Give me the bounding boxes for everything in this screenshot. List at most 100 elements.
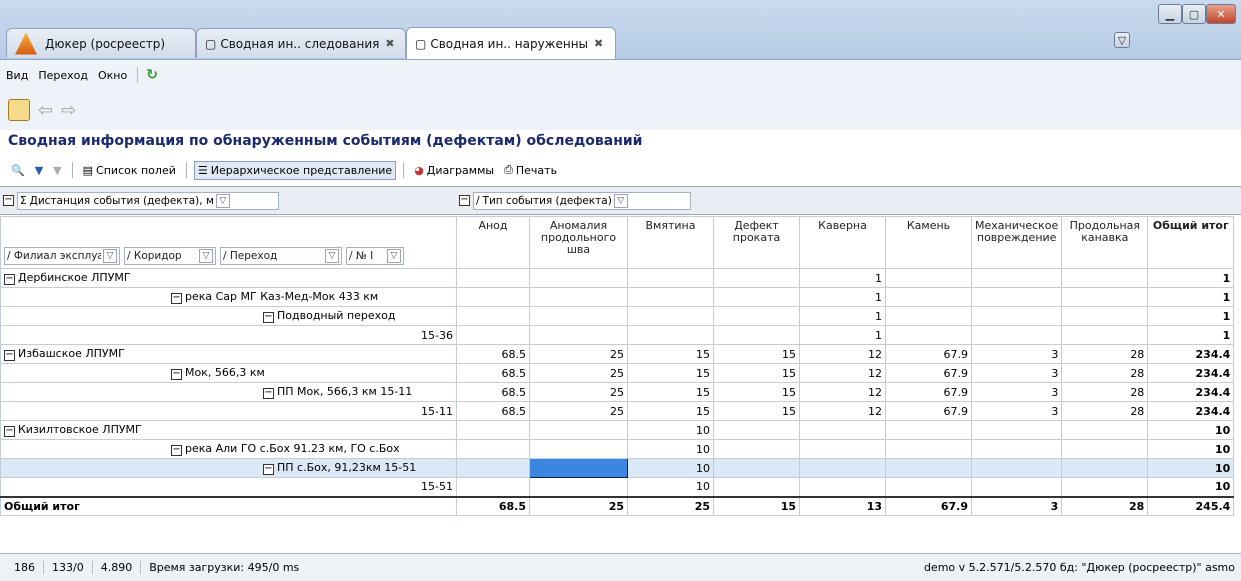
data-cell[interactable]: 15 bbox=[713, 495, 800, 516]
column-header[interactable]: Вмятина bbox=[627, 216, 714, 269]
table-row[interactable]: − ПП Мок, 566,3 км 15-11 68.5 25 15 15 12 67.9 3… bbox=[0, 382, 1235, 402]
data-cell[interactable]: 12 bbox=[799, 363, 886, 383]
data-cell[interactable] bbox=[456, 439, 530, 459]
data-cell[interactable]: 25 bbox=[529, 344, 628, 364]
column-header[interactable]: Дефект проката bbox=[713, 216, 800, 269]
data-cell[interactable]: 15 bbox=[713, 363, 800, 383]
table-row[interactable]: − Избашское ЛПУМГ 68.5 25 15 15 12 67.9 3 28 234.4 bbox=[0, 344, 1235, 364]
row-label[interactable]: 15-36 bbox=[0, 325, 457, 345]
data-cell[interactable]: 10 bbox=[627, 477, 714, 497]
data-cell[interactable]: 10 bbox=[627, 439, 714, 459]
data-cell[interactable]: 3 bbox=[970, 363, 1063, 383]
table-row[interactable]: 15-51 10 10 bbox=[0, 477, 1235, 497]
data-cell[interactable] bbox=[713, 477, 800, 497]
print-button[interactable]: ⎙ Печать bbox=[501, 161, 560, 179]
data-cell[interactable]: 68.5 bbox=[456, 363, 530, 383]
close-button[interactable]: ✕ bbox=[1206, 4, 1236, 24]
data-cell[interactable]: 67.9 bbox=[885, 344, 972, 364]
data-cell[interactable] bbox=[799, 458, 886, 478]
row-label[interactable]: 15-11 bbox=[0, 401, 457, 421]
data-cell[interactable]: 3 bbox=[970, 344, 1063, 364]
data-cell[interactable] bbox=[970, 439, 1063, 459]
data-cell[interactable]: 28 bbox=[1061, 382, 1149, 402]
grand-total-row[interactable]: Общий итог 68.5 25 25 15 13 67.9 3 28 245.4 bbox=[0, 495, 1235, 516]
data-cell[interactable]: 10 bbox=[1147, 420, 1235, 440]
data-cell[interactable]: 28 bbox=[1061, 401, 1149, 421]
data-cell[interactable]: 1 bbox=[1147, 287, 1235, 307]
data-cell[interactable]: 67.9 bbox=[885, 382, 972, 402]
data-cell[interactable] bbox=[627, 306, 714, 326]
minimize-button[interactable]: ▁ bbox=[1158, 4, 1182, 24]
data-cell[interactable] bbox=[1061, 325, 1149, 345]
data-cell[interactable]: 68.5 bbox=[456, 344, 530, 364]
data-cell[interactable]: 3 bbox=[970, 401, 1063, 421]
row-label[interactable]: − Дербинское ЛПУМГ bbox=[0, 268, 457, 288]
data-cell[interactable]: 10 bbox=[1147, 439, 1235, 459]
data-cell[interactable]: 234.4 bbox=[1147, 344, 1235, 364]
data-cell[interactable] bbox=[529, 325, 628, 345]
collapse-icon[interactable]: − bbox=[171, 293, 182, 304]
data-cell[interactable]: 25 bbox=[529, 495, 628, 516]
data-cell[interactable] bbox=[713, 287, 800, 307]
data-cell[interactable] bbox=[529, 420, 628, 440]
data-cell[interactable]: 1 bbox=[1147, 325, 1235, 345]
data-cell[interactable]: 25 bbox=[529, 382, 628, 402]
filter-icon[interactable]: ▽ bbox=[387, 249, 401, 263]
data-cell[interactable] bbox=[885, 477, 972, 497]
data-cell[interactable]: 68.5 bbox=[456, 382, 530, 402]
row-field-chip[interactable]: / Коридор ▽ bbox=[124, 247, 216, 265]
data-cell[interactable] bbox=[713, 325, 800, 345]
charts-button[interactable]: ◕ Диаграммы bbox=[411, 162, 497, 179]
data-cell[interactable] bbox=[885, 458, 972, 478]
data-cell[interactable]: 28 bbox=[1061, 344, 1149, 364]
table-row[interactable]: − река Али ГО с.Бох 91.23 км, ГО с.Бох 10 1… bbox=[0, 439, 1235, 459]
data-cell[interactable]: 13 bbox=[799, 495, 886, 516]
filter-icon[interactable]: ▽ bbox=[103, 249, 117, 263]
table-row[interactable]: 15-36 1 1 bbox=[0, 325, 1235, 345]
column-header[interactable]: Камень bbox=[885, 216, 972, 269]
data-cell[interactable] bbox=[529, 287, 628, 307]
data-cell[interactable]: 12 bbox=[799, 401, 886, 421]
row-label[interactable]: − Мок, 566,3 км bbox=[0, 363, 457, 383]
tab-summary-2[interactable]: ▢ Сводная ин.. наруженны ✖ bbox=[406, 27, 616, 59]
collapse-icon[interactable]: − bbox=[171, 445, 182, 456]
maximize-button[interactable]: ▢ bbox=[1182, 4, 1206, 24]
data-cell[interactable] bbox=[529, 477, 628, 497]
data-cell[interactable] bbox=[713, 439, 800, 459]
data-cell[interactable] bbox=[1061, 458, 1149, 478]
filter-icon[interactable]: ▼ bbox=[32, 162, 46, 179]
column-header[interactable]: Продольная канавка bbox=[1061, 216, 1149, 269]
data-cell[interactable]: 1 bbox=[1147, 306, 1235, 326]
data-cell[interactable] bbox=[885, 287, 972, 307]
data-cell[interactable] bbox=[885, 325, 972, 345]
row-label[interactable]: − река Сар МГ Каз-Мед-Мок 433 км bbox=[0, 287, 457, 307]
data-cell[interactable] bbox=[1061, 287, 1149, 307]
collapse-icon[interactable]: − bbox=[4, 350, 15, 361]
collapse-icon[interactable]: − bbox=[459, 195, 470, 206]
data-cell[interactable]: 10 bbox=[1147, 458, 1235, 478]
data-cell[interactable] bbox=[713, 458, 800, 478]
data-cell[interactable] bbox=[713, 420, 800, 440]
filter-icon[interactable]: ▽ bbox=[215, 193, 230, 208]
back-arrow-icon[interactable]: ⇦ bbox=[38, 100, 53, 121]
table-row[interactable]: − Кизилтовское ЛПУМГ 10 10 bbox=[0, 420, 1235, 440]
data-cell[interactable] bbox=[885, 420, 972, 440]
collapse-icon[interactable]: − bbox=[263, 464, 274, 475]
row-label[interactable]: 15-51 bbox=[0, 477, 457, 497]
data-cell[interactable] bbox=[885, 268, 972, 288]
data-cell[interactable] bbox=[970, 477, 1063, 497]
find-icon[interactable]: 🔍 bbox=[8, 162, 28, 179]
data-cell[interactable] bbox=[456, 477, 530, 497]
table-row[interactable]: − ПП с.Бох, 91,23км 15-51 10 10 bbox=[0, 458, 1235, 478]
data-cell[interactable]: 15 bbox=[713, 401, 800, 421]
table-row[interactable]: − Подводный переход 1 1 bbox=[0, 306, 1235, 326]
menu-navigate[interactable]: Переход bbox=[38, 69, 88, 82]
close-icon[interactable]: ✖ bbox=[594, 37, 603, 50]
data-cell[interactable]: 15 bbox=[713, 344, 800, 364]
data-cell[interactable] bbox=[970, 420, 1063, 440]
data-cell[interactable]: 67.9 bbox=[885, 363, 972, 383]
table-row[interactable]: − река Сар МГ Каз-Мед-Мок 433 км 1 1 bbox=[0, 287, 1235, 307]
column-header[interactable]: Анод bbox=[456, 216, 530, 269]
table-row[interactable]: − Мок, 566,3 км 68.5 25 15 15 12 67.9 3 28 234.4 bbox=[0, 363, 1235, 383]
row-label[interactable]: − Кизилтовское ЛПУМГ bbox=[0, 420, 457, 440]
